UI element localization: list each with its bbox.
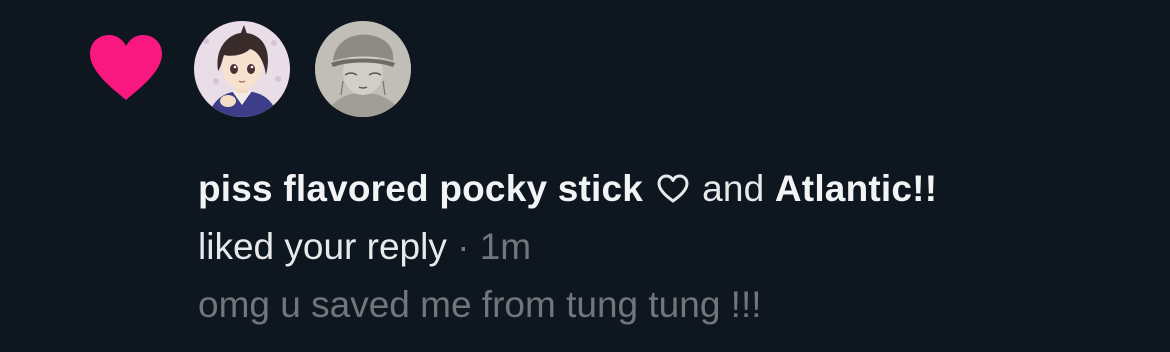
sketch-avatar-icon [315, 21, 411, 117]
heart-icon [90, 35, 162, 100]
reply-preview[interactable]: omg u saved me from tung tung !!! [198, 276, 1138, 334]
avatar-user1[interactable] [194, 21, 290, 117]
notification-headline: piss flavored pocky stick and Atlantic!! [198, 160, 1138, 218]
anime-avatar-icon [194, 21, 290, 117]
heart-outline-icon [657, 174, 689, 203]
avatar-user2[interactable] [315, 21, 411, 117]
notification-action-line: liked your reply · 1m [198, 218, 1138, 276]
notification-text: piss flavored pocky stick and Atlantic!!… [198, 160, 1138, 334]
user2-name[interactable]: Atlantic!! [775, 168, 937, 209]
timestamp: 1m [479, 226, 532, 267]
separator-dot: · [457, 226, 470, 267]
like-notification[interactable]: piss flavored pocky stick and Atlantic!!… [0, 0, 1170, 352]
conjunction-text: and [702, 168, 765, 209]
action-text: liked your reply [198, 226, 447, 267]
user1-name[interactable]: piss flavored pocky stick [198, 168, 643, 209]
